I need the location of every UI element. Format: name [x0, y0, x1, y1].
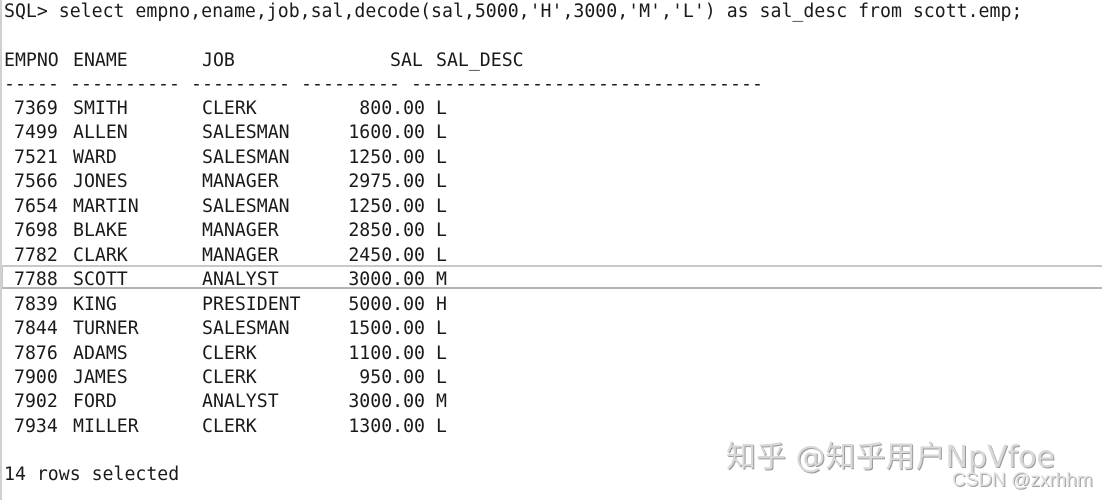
cell-job: SALESMAN [202, 195, 290, 217]
cell-sal-desc: L [436, 415, 447, 437]
cell-sal-desc: L [436, 366, 447, 388]
cell-empno: 7698 [14, 220, 58, 242]
cell-ename: WARD [73, 146, 117, 168]
cell-sal: 1100.00 [348, 342, 425, 364]
cell-sal: 2975.00 [348, 171, 425, 193]
cell-empno: 7902 [14, 391, 58, 413]
column-header-job: JOB [202, 50, 235, 71]
column-header-empno: EMPNO [4, 50, 59, 71]
cell-job: CLERK [202, 366, 257, 388]
command-line: SQL> select empno,ename,job,sal,decode(s… [4, 0, 1022, 24]
cell-sal: 3000.00 [348, 391, 425, 413]
cell-empno: 7844 [14, 318, 58, 340]
cell-ename: CLARK [73, 244, 128, 266]
cell-job: MANAGER [202, 244, 279, 266]
cell-empno: 7566 [14, 171, 58, 193]
column-header-sal-desc: SAL_DESC [436, 50, 524, 71]
csdn-watermark: CSDN @zxrhhm [952, 470, 1093, 491]
cell-sal: 800.00 [359, 98, 425, 119]
cell-job: CLERK [202, 98, 257, 119]
column-header-sal: SAL [390, 50, 423, 71]
cell-sal: 1600.00 [348, 122, 425, 144]
cell-ename: ADAMS [73, 342, 128, 364]
cell-ename: ALLEN [73, 122, 128, 144]
cell-sal: 2450.00 [348, 244, 425, 266]
cell-sal: 1250.00 [348, 146, 425, 168]
cell-empno: 7934 [14, 415, 58, 437]
cell-empno: 7839 [14, 293, 58, 315]
cell-ename: SCOTT [73, 269, 128, 291]
cell-job: ANALYST [202, 391, 279, 413]
cell-empno: 7788 [14, 269, 58, 291]
cell-sal: 1500.00 [348, 318, 425, 340]
sql-prompt: SQL> [4, 1, 48, 22]
cell-empno: 7369 [14, 98, 58, 119]
cell-job: CLERK [202, 342, 257, 364]
cell-job: MANAGER [202, 171, 279, 193]
cell-ename: FORD [73, 391, 117, 413]
cell-ename: SMITH [73, 98, 128, 119]
sql-command[interactable]: select empno,ename,job,sal,decode(sal,50… [59, 1, 1023, 22]
cell-sal: 2850.00 [348, 220, 425, 242]
cell-job: MANAGER [202, 220, 279, 242]
cell-job: SALESMAN [202, 318, 290, 340]
cell-empno: 7654 [14, 195, 58, 217]
cell-ename: TURNER [73, 318, 139, 340]
cell-sal-desc: L [436, 146, 447, 168]
cell-sal: 1250.00 [348, 195, 425, 217]
header-separator: ----- ---------- --------- --------- ---… [4, 74, 763, 95]
cell-sal: 1300.00 [348, 415, 425, 437]
cell-sal: 5000.00 [348, 293, 425, 315]
cell-sal-desc: L [436, 98, 447, 119]
cell-job: SALESMAN [202, 122, 290, 144]
cell-empno: 7499 [14, 122, 58, 144]
cell-empno: 7876 [14, 342, 58, 364]
cell-sal-desc: L [436, 171, 447, 193]
cell-sal-desc: L [436, 342, 447, 364]
cell-ename: BLAKE [73, 220, 128, 242]
cell-sal-desc: L [436, 195, 447, 217]
column-header-ename: ENAME [73, 50, 128, 71]
cell-job: SALESMAN [202, 146, 290, 168]
rows-selected-footer: 14 rows selected [4, 464, 180, 485]
cell-job: CLERK [202, 415, 257, 437]
cell-empno: 7521 [14, 146, 58, 168]
highlighted-row-box [2, 265, 1102, 290]
cell-job: ANALYST [202, 269, 279, 291]
cell-sal-desc: L [436, 122, 447, 144]
cell-ename: MILLER [73, 415, 139, 437]
cell-sal-desc: L [436, 244, 447, 266]
cell-job: PRESIDENT [202, 293, 301, 315]
cell-sal-desc: M [436, 269, 447, 291]
window-left-border [0, 0, 2, 500]
cell-empno: 7782 [14, 244, 58, 266]
cell-ename: KING [73, 293, 117, 315]
cell-sal: 3000.00 [348, 269, 425, 291]
cell-sal: 950.00 [359, 366, 425, 388]
cell-ename: MARTIN [73, 195, 139, 217]
column-header-row: EMPNO ENAME JOB SAL SAL_DESC [4, 49, 524, 73]
cell-sal-desc: H [436, 293, 447, 315]
cell-sal-desc: M [436, 391, 447, 413]
sql-console: SQL> select empno,ename,job,sal,decode(s… [0, 0, 1103, 500]
cell-sal-desc: L [436, 220, 447, 242]
cell-ename: JAMES [73, 366, 128, 388]
cell-ename: JONES [73, 171, 128, 193]
cell-empno: 7900 [14, 366, 58, 388]
cell-sal-desc: L [436, 318, 447, 340]
